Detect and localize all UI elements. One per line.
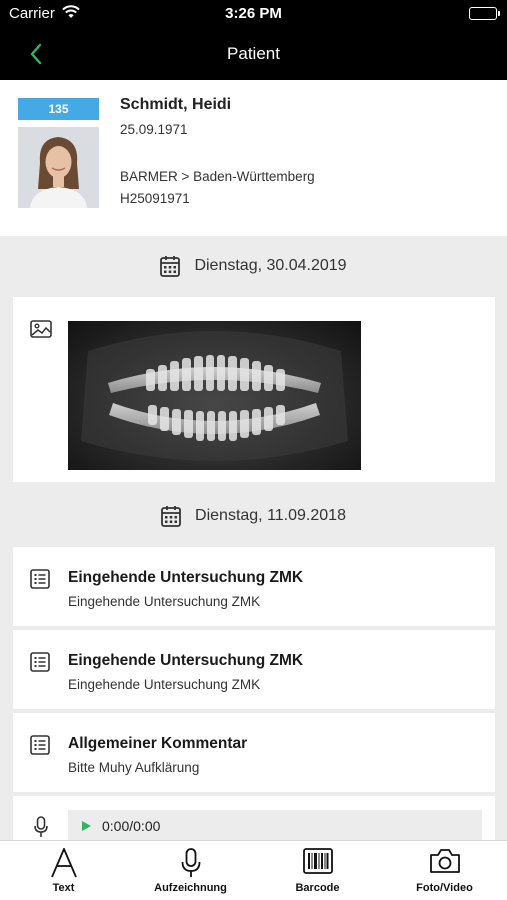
bottom-toolbar: Text Aufzeichnung Barcode Foto/Video [0, 840, 507, 900]
tab-label: Foto/Video [416, 882, 473, 894]
document-list-icon [30, 652, 50, 677]
barcode-icon [254, 848, 381, 874]
patient-id-badge: 135 [18, 98, 99, 120]
date-header: Dienstag, 11.09.2018 [0, 496, 507, 536]
patient-photo [18, 127, 99, 208]
tab-recording[interactable]: Aufzeichnung [127, 841, 254, 900]
list-item[interactable]: Eingehende Untersuchung ZMK Eingehende U… [13, 547, 495, 626]
tab-label: Aufzeichnung [154, 882, 227, 894]
document-list-icon [30, 569, 50, 594]
tab-photo-video[interactable]: Foto/Video [381, 841, 507, 900]
entry-subtitle: Bitte Muhy Aufklärung [68, 760, 200, 775]
patient-name: Schmidt, Heidi [120, 96, 232, 113]
patient-birth-date: 25.09.1971 [120, 122, 188, 137]
entry-title: Eingehende Untersuchung ZMK [68, 652, 304, 669]
entry-subtitle: Eingehende Untersuchung ZMK [68, 594, 261, 609]
tab-label: Text [52, 882, 75, 894]
camera-icon [381, 848, 507, 874]
status-bar: Carrier 3:26 PM [0, 0, 507, 28]
tab-label: Barcode [295, 882, 340, 894]
tab-barcode[interactable]: Barcode [254, 841, 381, 900]
entry-subtitle: Eingehende Untersuchung ZMK [68, 677, 261, 692]
patient-insurance-number: H25091971 [120, 191, 190, 206]
microphone-icon [34, 816, 48, 843]
list-item[interactable]: Allgemeiner Kommentar Bitte Muhy Aufklär… [13, 713, 495, 792]
patient-insurance: BARMER > Baden-Württemberg [120, 169, 315, 184]
entry-title: Allgemeiner Kommentar [68, 735, 248, 752]
microphone-icon [127, 848, 254, 878]
audio-timecode: 0:00/0:00 [102, 818, 161, 834]
document-list-icon [30, 735, 50, 760]
date-label: Dienstag, 11.09.2018 [195, 507, 346, 524]
tab-text[interactable]: Text [0, 841, 127, 900]
audio-entry[interactable]: 0:00/0:00 [13, 796, 495, 846]
xray-card[interactable] [13, 297, 495, 482]
page-title: Patient [227, 44, 280, 63]
audio-player: 0:00/0:00 [68, 810, 482, 842]
battery-icon [469, 7, 500, 20]
entry-title: Eingehende Untersuchung ZMK [68, 569, 304, 586]
calendar-icon [161, 506, 181, 527]
status-time: 3:26 PM [225, 5, 282, 22]
navigation-bar: Patient [0, 28, 507, 80]
patient-header[interactable]: 135 Schmidt, Heidi 25.09.1971 BARMER > B… [0, 80, 507, 236]
xray-image[interactable] [68, 321, 361, 470]
calendar-icon [160, 256, 181, 277]
list-item[interactable]: Eingehende Untersuchung ZMK Eingehende U… [13, 630, 495, 709]
date-header: Dienstag, 30.04.2019 [0, 246, 507, 286]
play-icon[interactable] [82, 821, 91, 831]
image-icon [30, 320, 52, 343]
text-icon [0, 848, 127, 878]
date-label: Dienstag, 30.04.2019 [194, 257, 347, 274]
